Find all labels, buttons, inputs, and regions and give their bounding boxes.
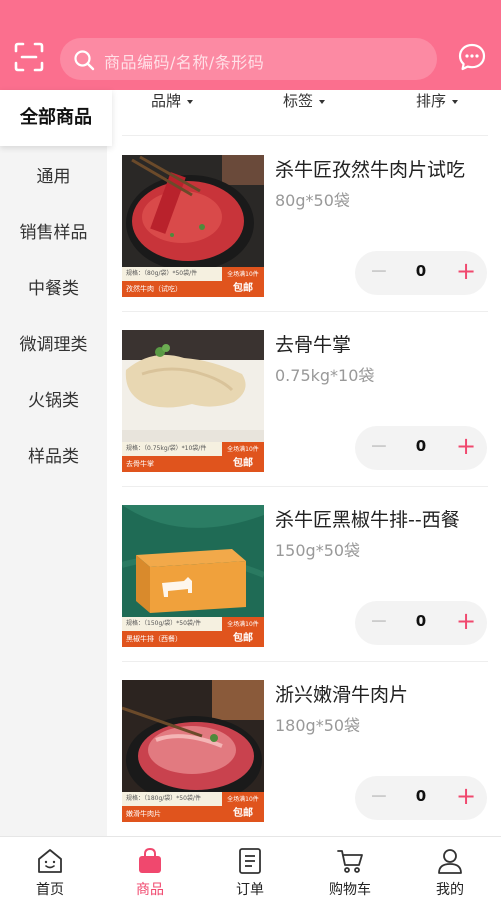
bottom-tab-bar: 首页 商品 订单 购物车 我的	[0, 836, 501, 904]
decrease-button[interactable]: −	[369, 786, 389, 808]
image-banner: 规格：（80g/袋）*50袋/件 孜然牛肉（试吃） 全场满10件 包邮	[122, 267, 264, 297]
quantity-stepper: − 0 +	[355, 776, 487, 820]
increase-button[interactable]: +	[455, 259, 477, 283]
category-sales-samples[interactable]: 销售样品	[0, 218, 107, 243]
quantity-value: 0	[415, 612, 427, 630]
product-image: 规格：（180g/袋）*50袋/件 嫩滑牛肉片 全场满10件 包邮	[122, 680, 264, 822]
filter-brand[interactable]: 品牌	[151, 90, 194, 111]
product-card[interactable]: 规格：（0.75kg/袋）*10袋/件 去骨牛掌 全场满10件 包邮 去骨牛掌 …	[107, 312, 501, 487]
user-icon	[438, 849, 462, 874]
image-product-title: 去骨牛掌	[122, 456, 222, 472]
product-card[interactable]: 规格：（150g/袋）*50袋/件 黑椒牛排（西餐） 全场满10件 包邮 杀牛匠…	[107, 487, 501, 662]
quantity-stepper: − 0 +	[355, 251, 487, 295]
category-hotpot[interactable]: 火锅类	[0, 386, 107, 411]
badge-condition: 全场满10件	[227, 621, 259, 628]
product-image: 规格：（0.75kg/袋）*10袋/件 去骨牛掌 全场满10件 包邮	[122, 330, 264, 472]
image-spec-strip: 规格：（180g/袋）*50袋/件	[122, 792, 222, 806]
category-general[interactable]: 通用	[0, 162, 107, 187]
badge-text: 包邮	[233, 458, 253, 469]
free-shipping-badge: 全场满10件 包邮	[222, 792, 264, 822]
quantity-stepper: − 0 +	[355, 426, 487, 470]
app: 商品编码/名称/条形码 全部商品 通用 销售样品 中餐类 微调理类 火锅类 样品…	[0, 0, 501, 904]
image-product-title: 嫩滑牛肉片	[122, 806, 222, 822]
product-card[interactable]: 规格：（80g/袋）*50袋/件 孜然牛肉（试吃） 全场满10件 包邮 杀牛匠孜…	[107, 137, 501, 312]
caret-down-icon	[319, 99, 326, 104]
decrease-button[interactable]: −	[369, 611, 389, 633]
quantity-value: 0	[415, 262, 427, 280]
filter-brand-label: 品牌	[151, 92, 182, 110]
product-name[interactable]: 杀牛匠黑椒牛排--西餐	[275, 505, 460, 532]
free-shipping-badge: 全场满10件 包邮	[222, 617, 264, 647]
badge-text: 包邮	[233, 283, 253, 294]
filter-tag[interactable]: 标签	[283, 90, 326, 111]
increase-button[interactable]: +	[455, 434, 477, 458]
image-spec-strip: 规格：（150g/袋）*50袋/件	[122, 617, 222, 631]
home-face-icon	[38, 849, 62, 873]
tab-me[interactable]: 我的	[400, 837, 500, 904]
product-card[interactable]: 规格：（180g/袋）*50袋/件 嫩滑牛肉片 全场满10件 包邮 浙兴嫩滑牛肉…	[107, 662, 501, 837]
badge-condition: 全场满10件	[227, 796, 259, 803]
image-spec-strip: 规格：（0.75kg/袋）*10袋/件	[122, 442, 222, 456]
product-spec: 80g*50袋	[275, 191, 350, 210]
product-name[interactable]: 去骨牛掌	[275, 330, 351, 357]
increase-button[interactable]: +	[455, 609, 477, 633]
caret-down-icon	[187, 99, 194, 104]
filter-sort[interactable]: 排序	[416, 90, 459, 111]
product-image: 规格：（80g/袋）*50袋/件 孜然牛肉（试吃） 全场满10件 包邮	[122, 155, 264, 297]
divider	[122, 135, 488, 136]
tab-cart-label: 购物车	[329, 882, 371, 898]
product-spec: 180g*50袋	[275, 716, 361, 735]
product-image: 规格：（150g/袋）*50袋/件 黑椒牛排（西餐） 全场满10件 包邮	[122, 505, 264, 647]
product-spec: 0.75kg*10袋	[275, 366, 375, 385]
tab-products-label: 商品	[136, 882, 164, 898]
tab-home[interactable]: 首页	[0, 837, 100, 904]
quantity-value: 0	[415, 787, 427, 805]
filter-tag-label: 标签	[283, 92, 314, 110]
quantity-value: 0	[415, 437, 427, 455]
category-chinese-food[interactable]: 中餐类	[0, 274, 107, 299]
tab-orders[interactable]: 订单	[200, 837, 300, 904]
caret-down-icon	[452, 99, 459, 104]
quantity-stepper: − 0 +	[355, 601, 487, 645]
increase-button[interactable]: +	[455, 784, 477, 808]
product-name[interactable]: 杀牛匠孜然牛肉片试吃	[275, 155, 465, 182]
tab-me-label: 我的	[436, 882, 464, 898]
tab-products[interactable]: 商品	[100, 837, 200, 904]
badge-condition: 全场满10件	[227, 446, 259, 453]
search-input[interactable]: 商品编码/名称/条形码	[60, 38, 437, 80]
tab-cart[interactable]: 购物车	[300, 837, 400, 904]
badge-condition: 全场满10件	[227, 271, 259, 278]
search-icon	[74, 50, 95, 71]
scan-icon[interactable]	[13, 41, 45, 73]
category-sidebar: 全部商品 通用 销售样品 中餐类 微调理类 火锅类 样品类	[0, 90, 112, 836]
image-spec-strip: 规格：（80g/袋）*50袋/件	[122, 267, 222, 281]
tab-orders-label: 订单	[236, 882, 264, 898]
free-shipping-badge: 全场满10件 包邮	[222, 267, 264, 297]
tab-home-label: 首页	[36, 882, 64, 898]
image-product-title: 孜然牛肉（试吃）	[122, 281, 222, 297]
cart-icon	[337, 850, 363, 873]
free-shipping-badge: 全场满10件 包邮	[222, 442, 264, 472]
chat-bubble-icon[interactable]	[458, 43, 486, 71]
product-spec: 150g*50袋	[275, 541, 361, 560]
category-all[interactable]: 全部商品	[0, 90, 112, 146]
image-banner: 规格：（180g/袋）*50袋/件 嫩滑牛肉片 全场满10件 包邮	[122, 792, 264, 822]
badge-text: 包邮	[233, 808, 253, 819]
badge-text: 包邮	[233, 633, 253, 644]
image-product-title: 黑椒牛排（西餐）	[122, 631, 222, 647]
header-bar: 商品编码/名称/条形码	[0, 0, 501, 90]
search-placeholder: 商品编码/名称/条形码	[104, 53, 265, 72]
image-banner: 规格：（150g/袋）*50袋/件 黑椒牛排（西餐） 全场满10件 包邮	[122, 617, 264, 647]
image-banner: 规格：（0.75kg/袋）*10袋/件 去骨牛掌 全场满10件 包邮	[122, 442, 264, 472]
filter-sort-label: 排序	[416, 92, 447, 110]
decrease-button[interactable]: −	[369, 261, 389, 283]
shopping-bag-icon	[139, 847, 161, 873]
category-ready-meals[interactable]: 微调理类	[0, 330, 107, 355]
order-list-icon	[239, 848, 261, 874]
decrease-button[interactable]: −	[369, 436, 389, 458]
product-name[interactable]: 浙兴嫩滑牛肉片	[275, 680, 408, 707]
category-samples[interactable]: 样品类	[0, 442, 107, 467]
